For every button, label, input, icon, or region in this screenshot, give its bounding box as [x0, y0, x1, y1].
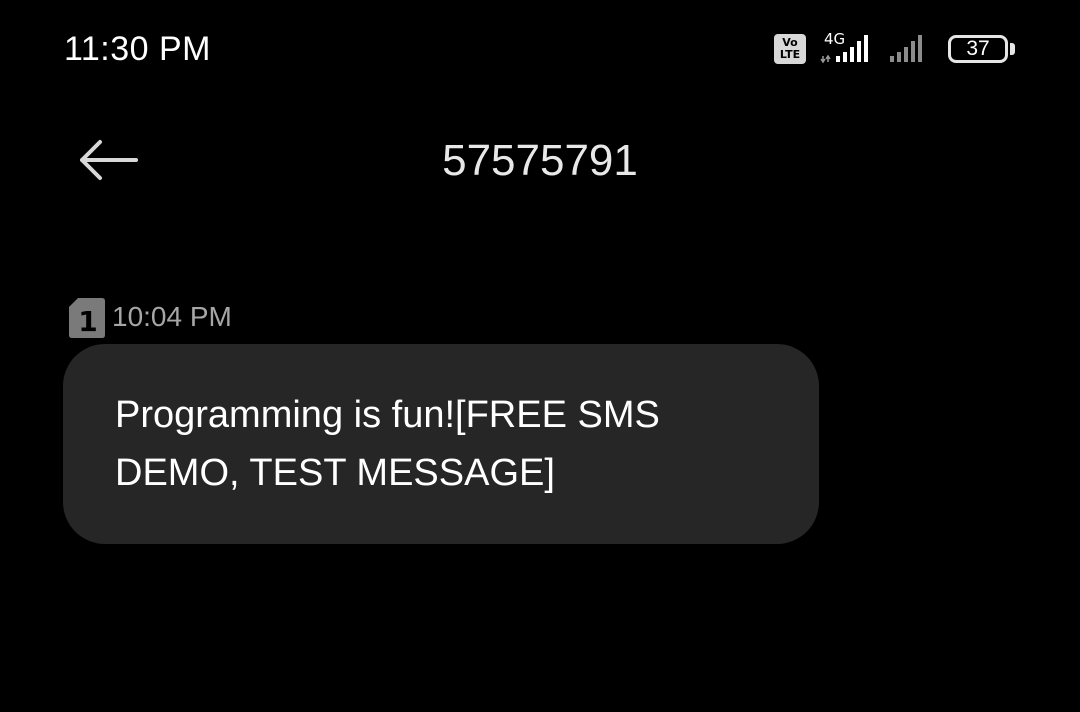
message-bubble[interactable]: Programming is fun![FREE SMS DEMO, TEST …	[63, 344, 819, 544]
conversation-title: 57575791	[442, 136, 638, 185]
battery-icon: 37	[948, 35, 1008, 63]
status-clock: 11:30 PM	[64, 30, 212, 68]
volte-label-bottom: LTE	[779, 48, 801, 61]
volte-icon: Vo LTE	[774, 34, 806, 64]
sim-number: 1	[78, 305, 97, 338]
battery-level: 37	[966, 37, 990, 60]
status-bar: 11:30 PM Vo LTE 4G 37	[0, 0, 1080, 100]
signal-icon	[820, 35, 868, 64]
sim-card-icon: 1	[69, 298, 105, 338]
battery-tip	[1010, 43, 1015, 55]
message-timestamp: 10:04 PM	[112, 301, 232, 332]
signal-icon	[890, 35, 922, 62]
message-text: Programming is fun![FREE SMS DEMO, TEST …	[115, 394, 660, 494]
